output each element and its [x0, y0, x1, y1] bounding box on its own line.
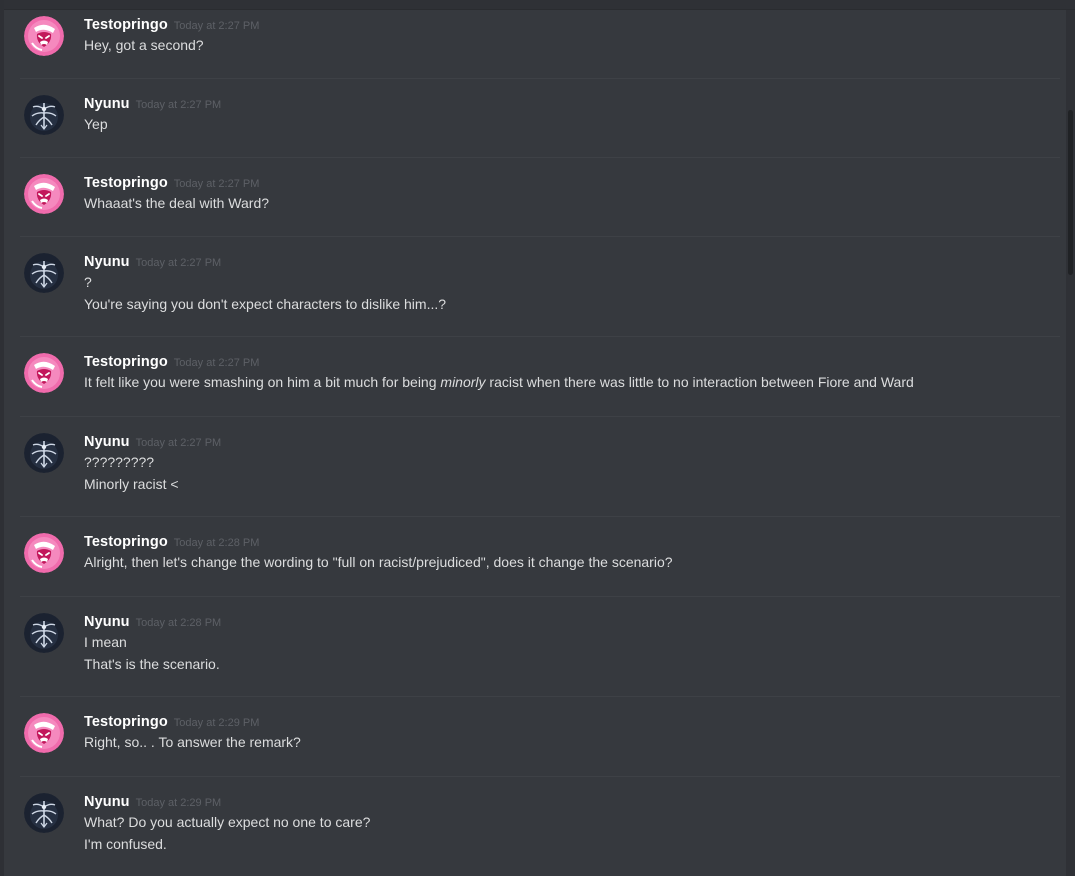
nyunu-avatar[interactable]: [24, 253, 64, 293]
message-group: Testopringo Today at 2:28 PM Alright, then…: [0, 533, 1060, 597]
message-header: Nyunu Today at 2:27 PM: [84, 95, 221, 115]
message-group: Nyunu Today at 2:27 PM? You're saying you …: [0, 253, 1060, 337]
message-text: Alright, then let's change the wording t…: [84, 554, 673, 570]
message-group: Nyunu Today at 2:29 PM What? Do you actual…: [0, 793, 1060, 860]
nyunu-avatar[interactable]: [24, 433, 64, 473]
message-text-part: It felt like you were smashing on him a …: [84, 374, 441, 390]
timestamp: Today at 2:27 PM: [135, 437, 222, 449]
message-divider: [20, 416, 1060, 417]
chat-window: Testopringo Today at 2:27 PM Hey, got a se…: [0, 0, 1075, 876]
timestamp: Today at 2:27 PM: [173, 178, 260, 190]
message-group: Testopringo Today at 2:27 PM It felt like …: [0, 353, 1060, 417]
message-divider: [20, 516, 1060, 517]
message-text: That's is the scenario.: [84, 656, 220, 672]
timestamp: Today at 2:29 PM: [135, 797, 222, 809]
message-text: It felt like you were smashing on him a …: [84, 374, 914, 390]
timestamp: Today at 2:27 PM: [173, 20, 260, 32]
message-header: Testopringo Today at 2:27 PM: [84, 16, 259, 36]
message-text: Whaaat's the deal with Ward?: [84, 195, 270, 211]
testopringo-avatar[interactable]: [24, 16, 64, 56]
message-group: Testopringo Today at 2:27 PM Hey, got a se…: [0, 16, 1060, 79]
username[interactable]: Testopringo: [84, 175, 168, 191]
testopringo-avatar[interactable]: [24, 533, 64, 573]
message-divider: [20, 236, 1060, 237]
username[interactable]: Testopringo: [84, 17, 168, 33]
username[interactable]: Nyunu: [84, 434, 130, 450]
message-divider: [20, 336, 1060, 337]
username[interactable]: Nyunu: [84, 614, 130, 630]
username[interactable]: Nyunu: [84, 794, 130, 810]
message-text: ?: [84, 274, 92, 290]
username[interactable]: Nyunu: [84, 254, 130, 270]
message-text: What? Do you actually expect no one to c…: [84, 814, 371, 830]
message-divider: [20, 596, 1060, 597]
message-text-part: racist when there was little to no inter…: [485, 374, 914, 390]
message-header: Nyunu Today at 2:27 PM: [84, 253, 221, 273]
message-text-italic: minorly: [440, 374, 486, 390]
message-text: You're saying you don't expect character…: [84, 296, 447, 312]
message-text: ?????????: [84, 454, 155, 470]
username[interactable]: Testopringo: [84, 534, 168, 550]
timestamp: Today at 2:29 PM: [173, 717, 260, 729]
scrollbar-thumb[interactable]: [1068, 110, 1073, 275]
username[interactable]: Nyunu: [84, 96, 130, 112]
left-edge: [0, 0, 4, 876]
message-group: Nyunu Today at 2:28 PM I mean That's is the…: [0, 613, 1060, 697]
message-group: Nyunu Today at 2:27 PM????????? Minorly ra…: [0, 433, 1060, 517]
username[interactable]: Testopringo: [84, 354, 168, 370]
message-header: Testopringo Today at 2:29 PM: [84, 713, 259, 733]
message-group: Testopringo Today at 2:29 PM Right, so.. .…: [0, 713, 1060, 777]
message-divider: [20, 776, 1060, 777]
testopringo-avatar[interactable]: [24, 353, 64, 393]
timestamp: Today at 2:27 PM: [135, 99, 222, 111]
message-header: Nyunu Today at 2:28 PM: [84, 613, 221, 633]
timestamp: Today at 2:27 PM: [173, 357, 260, 369]
message-header: Testopringo Today at 2:27 PM: [84, 174, 259, 194]
message-text: Hey, got a second?: [84, 37, 204, 53]
message-header: Testopringo Today at 2:27 PM: [84, 353, 259, 373]
message-text: I mean: [84, 634, 127, 650]
testopringo-avatar[interactable]: [24, 713, 64, 753]
message-group: Testopringo Today at 2:27 PM Whaaat's the …: [0, 174, 1060, 237]
top-bar: [0, 0, 1075, 10]
message-list: Testopringo Today at 2:27 PM Hey, got a se…: [0, 0, 1066, 876]
message-text: Minorly racist <: [84, 476, 179, 492]
timestamp: Today at 2:28 PM: [135, 617, 222, 629]
message-header: Testopringo Today at 2:28 PM: [84, 533, 259, 553]
username[interactable]: Testopringo: [84, 714, 168, 730]
message-group: Nyunu Today at 2:27 PM Yep: [0, 95, 1060, 158]
scrollbar[interactable]: [1066, 10, 1075, 876]
testopringo-avatar[interactable]: [24, 174, 64, 214]
timestamp: Today at 2:27 PM: [135, 257, 222, 269]
message-divider: [20, 696, 1060, 697]
message-divider: [20, 157, 1060, 158]
message-divider: [20, 78, 1060, 79]
message-text: Yep: [84, 116, 108, 132]
nyunu-avatar[interactable]: [24, 95, 64, 135]
nyunu-avatar[interactable]: [24, 793, 64, 833]
message-header: Nyunu Today at 2:27 PM: [84, 433, 221, 453]
timestamp: Today at 2:28 PM: [173, 537, 260, 549]
message-text: I'm confused.: [84, 836, 167, 852]
nyunu-avatar[interactable]: [24, 613, 64, 653]
message-text: Right, so.. . To answer the remark?: [84, 734, 301, 750]
message-header: Nyunu Today at 2:29 PM: [84, 793, 221, 813]
